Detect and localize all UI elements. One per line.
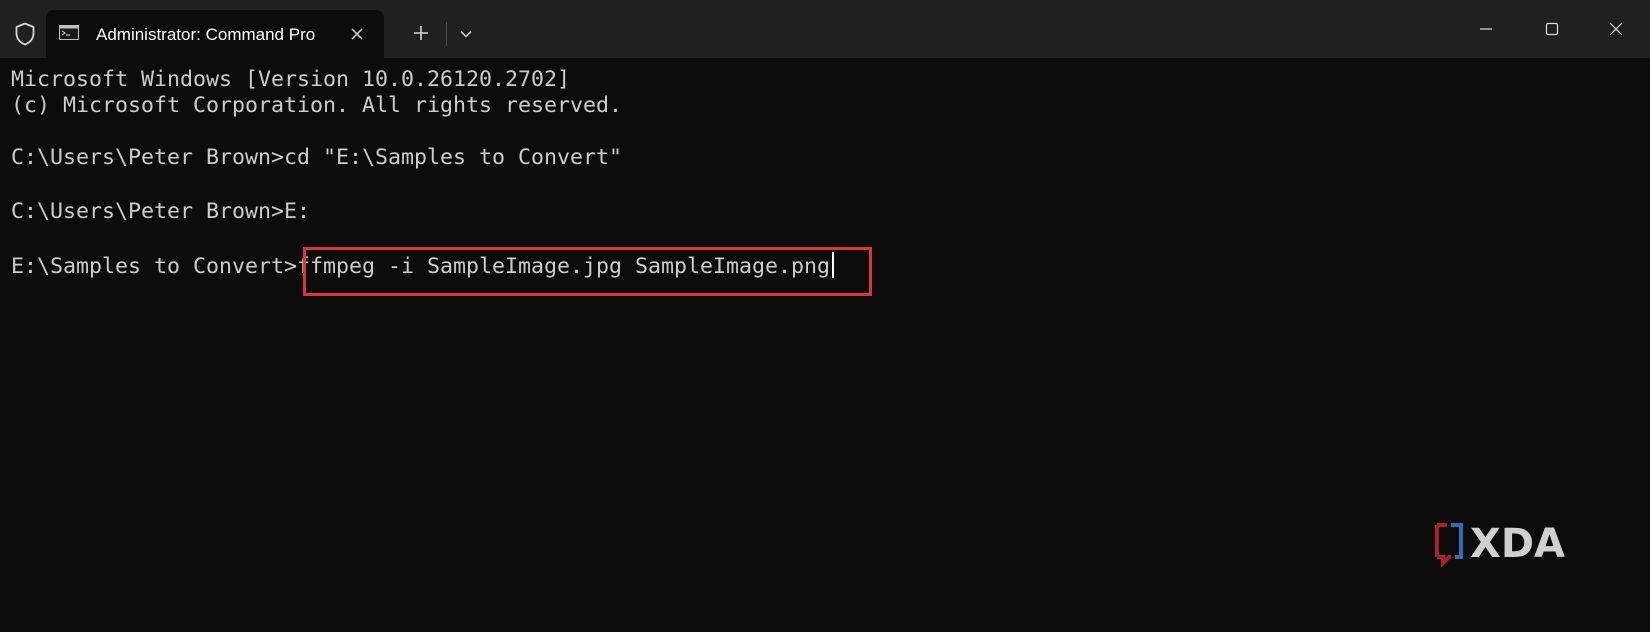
cd-command-line: C:\Users\Peter Brown>cd "E:\Samples to C… [11,145,623,170]
prompt: E:\Samples to Convert> [11,254,298,279]
console-icon [59,25,79,40]
terminal-output[interactable]: Microsoft Windows [Version 10.0.26120.27… [11,64,1631,604]
close-icon [1609,22,1623,36]
tab-title: Administrator: Command Pro [96,25,316,44]
svg-text:XDA: XDA [1470,521,1565,567]
drive-command-line: C:\Users\Peter Brown>E: [11,199,311,224]
maximize-icon [1545,22,1559,36]
tab-command-prompt[interactable]: Administrator: Command Pro [46,10,384,58]
minimize-button[interactable] [1462,10,1510,48]
separator [446,22,447,46]
maximize-button[interactable] [1528,10,1576,48]
chevron-down-icon [460,30,472,38]
title-bar: Administrator: Command Pro [0,0,1650,58]
new-tab-button[interactable] [408,20,434,46]
close-icon [351,28,363,40]
copyright-line: (c) Microsoft Corporation. All rights re… [11,93,623,118]
close-window-button[interactable] [1592,10,1640,48]
xda-logo: XDA [1435,521,1565,567]
terminal-window: Administrator: Command Pro Microsoft Win… [0,0,1650,632]
tab-dropdown-button[interactable] [454,22,478,46]
command-highlight-box [303,247,872,296]
tab-close-button[interactable] [343,20,371,48]
plus-icon [414,26,428,40]
shield-icon[interactable] [12,20,38,48]
version-line: Microsoft Windows [Version 10.0.26120.27… [11,67,571,92]
minimize-icon [1480,28,1492,30]
